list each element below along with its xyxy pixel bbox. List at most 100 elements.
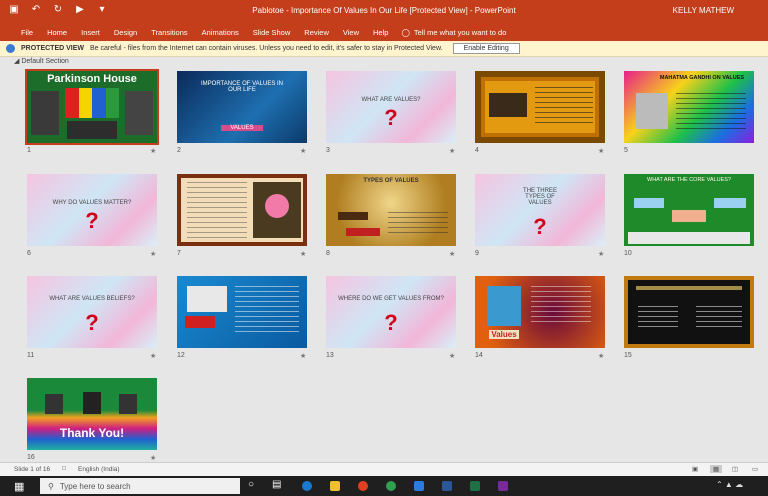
slide-number: 10	[624, 250, 632, 257]
slide-number: 11	[27, 352, 35, 359]
photo	[125, 91, 153, 135]
slide-subtitle: VALUES	[221, 125, 263, 131]
slide-number: 13	[326, 352, 334, 359]
photo	[83, 392, 101, 414]
flag-stripe	[105, 88, 119, 118]
slide-thumbnail-4[interactable]	[475, 71, 605, 143]
proofing-icon[interactable]: □	[62, 465, 66, 472]
slide-thumbnail-1[interactable]: Parkinson House	[25, 69, 159, 145]
tab-home[interactable]: Home	[40, 28, 74, 37]
question-mark: ?	[85, 310, 99, 335]
star-icon: ★	[150, 353, 157, 360]
reading-view-icon[interactable]: ◫	[732, 465, 738, 473]
chrome-icon[interactable]	[386, 481, 396, 491]
text-lines	[531, 286, 591, 322]
tab-transitions[interactable]: Transitions	[144, 28, 194, 37]
user-name[interactable]: KELLY MATHEW	[673, 6, 734, 15]
section-header[interactable]: ◢ Default Section	[14, 57, 69, 65]
tab-file[interactable]: File	[14, 28, 40, 37]
star-icon: ★	[449, 251, 456, 258]
protected-view-label: PROTECTED VIEW	[21, 45, 85, 52]
cortana-icon[interactable]: ○	[248, 479, 254, 490]
slide-title: WHAT ARE THE CORE VALUES?	[647, 177, 731, 183]
app-icon[interactable]	[358, 481, 368, 491]
slide-title: WHAT ARE VALUES BELIEFS?	[49, 296, 135, 302]
star-icon: ★	[300, 353, 307, 360]
slide-number: 5	[624, 147, 628, 154]
task-view-icon[interactable]: ▤	[272, 479, 281, 490]
language-indicator[interactable]: English (India)	[78, 466, 120, 473]
star-icon: ★	[449, 353, 456, 360]
slide-number: 4	[475, 147, 479, 154]
tab-animations[interactable]: Animations	[195, 28, 246, 37]
slide-thumbnail-5[interactable]: MAHATMA GANDHI ON VALUES	[624, 71, 754, 143]
tell-me-box[interactable]: ◯ Tell me what you want to do	[395, 28, 506, 37]
slide-number: 15	[624, 352, 632, 359]
tab-help[interactable]: Help	[366, 28, 395, 37]
tab-insert[interactable]: Insert	[74, 28, 107, 37]
slide-thumbnail-16[interactable]: Thank You!	[27, 378, 157, 450]
slide-number: 3	[326, 147, 330, 154]
text-lines	[235, 286, 299, 336]
slide-number: 16	[27, 454, 35, 461]
star-icon: ★	[449, 148, 456, 155]
system-tray-icons[interactable]: ⌃ ▲ ☁	[716, 480, 743, 489]
slide-number: 2	[177, 147, 181, 154]
text-lines	[636, 286, 742, 290]
slide-thumbnail-13[interactable]: WHERE DO WE GET VALUES FROM? ?	[326, 276, 456, 348]
image-block	[185, 316, 215, 328]
slide-title: WHERE DO WE GET VALUES FROM?	[338, 296, 444, 302]
star-icon: ★	[300, 251, 307, 258]
slide-thumbnail-7[interactable]	[177, 174, 307, 246]
onenote-icon[interactable]	[498, 481, 508, 491]
text-lines	[388, 212, 448, 236]
collapse-icon[interactable]: ◢	[14, 58, 19, 65]
tab-design[interactable]: Design	[107, 28, 144, 37]
slide-title: WHAT ARE VALUES?	[361, 97, 421, 103]
text-lines	[535, 87, 593, 127]
mail-icon[interactable]	[414, 481, 424, 491]
slide-title: TYPES OF VALUES	[363, 178, 419, 184]
diagram-box	[634, 198, 664, 208]
slide-number: 12	[177, 352, 185, 359]
question-mark: ?	[384, 105, 398, 130]
taskbar-search-box[interactable]: ⚲ Type here to search	[40, 478, 240, 494]
word-icon[interactable]	[442, 481, 452, 491]
slide-number: 9	[475, 250, 479, 257]
normal-view-icon[interactable]: ▣	[692, 465, 698, 473]
enable-editing-button[interactable]: Enable Editing	[452, 43, 520, 54]
slide-thumbnail-11[interactable]: WHAT ARE VALUES BELIEFS? ?	[27, 276, 157, 348]
edge-icon[interactable]	[302, 481, 312, 491]
text-lines	[676, 93, 746, 129]
slide-thumbnail-3[interactable]: WHAT ARE VALUES? ?	[326, 71, 456, 143]
slide-title: IMPORTANCE OF VALUES IN OUR LIFE	[200, 81, 283, 93]
excel-icon[interactable]	[470, 481, 480, 491]
slide-thumbnail-15[interactable]	[624, 276, 754, 348]
image-block	[187, 286, 227, 312]
slide-sorter-icon[interactable]: ▦	[710, 465, 723, 473]
photo	[67, 121, 117, 139]
tab-view[interactable]: View	[336, 28, 366, 37]
status-bar: Slide 1 of 16 □ English (India) ▣ ▦ ◫ ▭	[0, 462, 768, 477]
slide-thumbnail-2[interactable]: IMPORTANCE OF VALUES IN OUR LIFE VALUES	[177, 71, 307, 143]
file-explorer-icon[interactable]	[330, 481, 340, 491]
tell-me-text: Tell me what you want to do	[413, 27, 507, 37]
section-label: Default Section	[21, 58, 69, 65]
tab-review[interactable]: Review	[297, 28, 336, 37]
star-icon: ★	[150, 148, 157, 155]
search-placeholder: Type here to search	[59, 481, 131, 491]
slide-thumbnail-8[interactable]: TYPES OF VALUES	[326, 174, 456, 246]
slideshow-view-icon[interactable]: ▭	[752, 465, 758, 473]
slide-thumbnail-9[interactable]: THE THREE TYPES OF VALUES ?	[475, 174, 605, 246]
slide-number: 7	[177, 250, 181, 257]
tab-slide-show[interactable]: Slide Show	[246, 28, 298, 37]
slide-thumbnail-12[interactable]	[177, 276, 307, 348]
slide-thumbnail-10[interactable]: WHAT ARE THE CORE VALUES?	[624, 174, 754, 246]
slide-thumbnail-14[interactable]: Values	[475, 276, 605, 348]
slide-thumbnail-6[interactable]: WHY DO VALUES MATTER? ?	[27, 174, 157, 246]
text-box	[638, 306, 678, 328]
flag-stripe	[92, 88, 106, 118]
slide-title: WHY DO VALUES MATTER?	[52, 200, 132, 206]
windows-start-icon[interactable]: ▦	[14, 480, 24, 493]
slide-title: Parkinson House	[47, 73, 137, 85]
